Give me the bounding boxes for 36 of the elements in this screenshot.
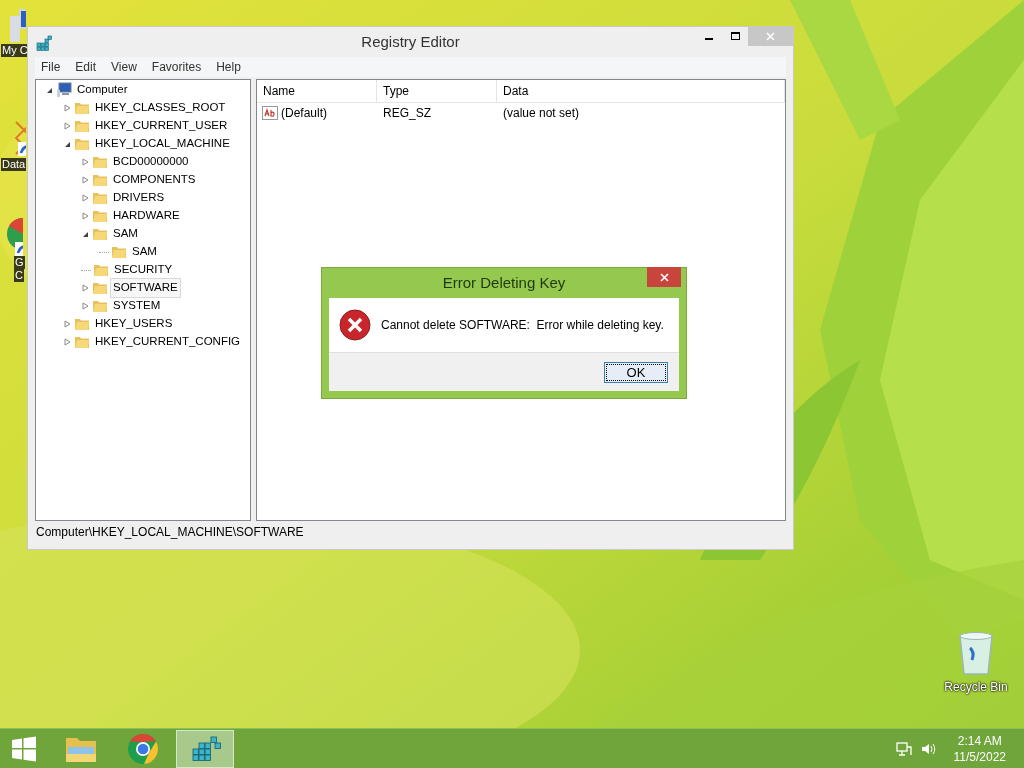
tree-item[interactable]: HKEY_CURRENT_CONFIG (92, 332, 244, 352)
dialog-title: Error Deleting Key (442, 272, 566, 293)
tree-item[interactable]: HKEY_CURRENT_USER (92, 116, 231, 136)
desktop-icon-label: G (14, 256, 25, 269)
column-header[interactable]: Name (257, 80, 377, 102)
desktop-icon-label: Recycle Bin (944, 679, 1008, 696)
menu-item[interactable]: Favorites (151, 58, 202, 76)
tree-item[interactable]: HARDWARE (110, 206, 183, 226)
tree-item[interactable]: HKEY_USERS (92, 314, 176, 334)
tree-item[interactable]: SAM (129, 242, 160, 262)
menu-item[interactable]: File (41, 58, 61, 76)
desktop-icon-label: C (14, 269, 24, 282)
table-cell-text: REG_SZ (382, 105, 432, 122)
tree-item[interactable]: SECURITY (111, 260, 176, 280)
table-cell-text: (value not set) (502, 105, 581, 122)
menu-item[interactable]: Edit (75, 58, 97, 76)
column-header[interactable]: Data (497, 80, 785, 102)
tree-item[interactable]: Computer (74, 80, 131, 100)
ok-button[interactable]: OK (604, 361, 668, 383)
tree-item[interactable]: COMPONENTS (110, 170, 199, 190)
window-title: Registry Editor (361, 31, 460, 52)
desktop-icon-label: My C (1, 44, 29, 57)
menu-item[interactable]: View (111, 58, 137, 76)
menu-item[interactable]: Help (216, 58, 241, 76)
tree-item[interactable]: HKEY_LOCAL_MACHINE (92, 134, 233, 154)
column-header[interactable]: Type (377, 80, 497, 102)
tree-item[interactable]: HKEY_CLASSES_ROOT (92, 98, 229, 118)
error-message: Cannot delete SOFTWARE: Error while deleting key. (381, 317, 664, 334)
tree-item[interactable]: BCD00000000 (110, 152, 192, 172)
table-cell-text: (Default) (281, 105, 327, 122)
tree-item[interactable]: SOFTWARE (110, 278, 181, 298)
tree-item[interactable]: SYSTEM (110, 296, 164, 316)
tree-item[interactable]: SAM (110, 224, 141, 244)
status-text: Computer\HKEY_LOCAL_MACHINE\SOFTWARE (35, 524, 305, 541)
tree-item[interactable]: DRIVERS (110, 188, 168, 208)
desktop-icon-label: Data (1, 158, 27, 171)
